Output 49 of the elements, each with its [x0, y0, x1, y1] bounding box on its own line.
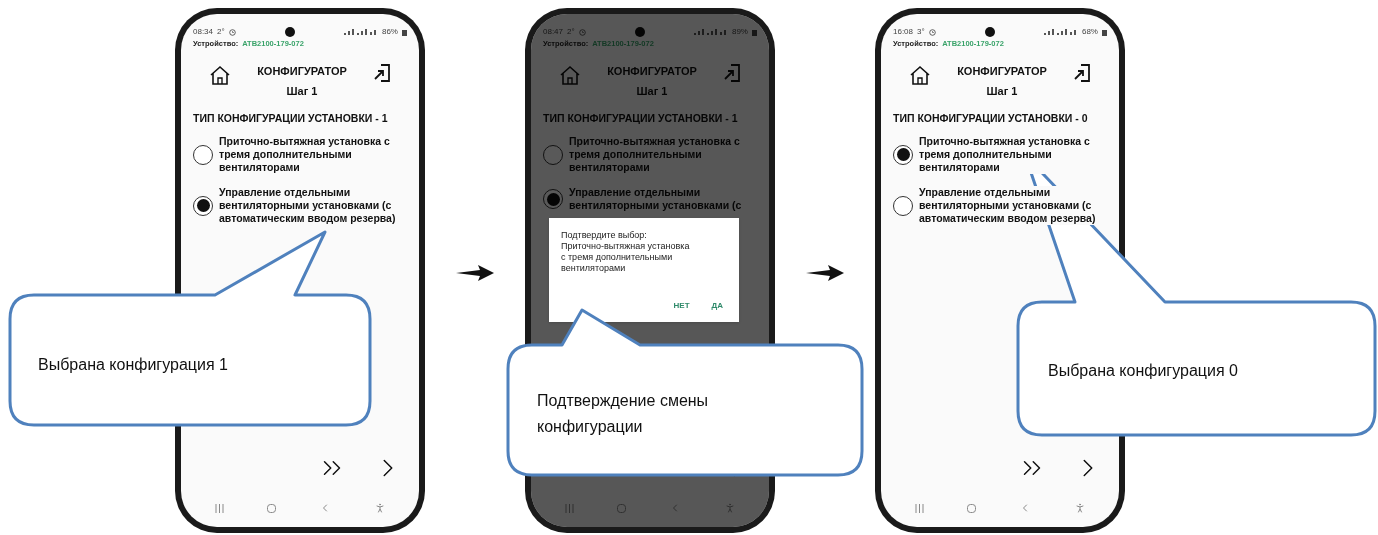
dialog-button[interactable]: ДА — [711, 300, 723, 312]
signal-icon — [1043, 28, 1078, 36]
screen-title: КОНФИГУРАТОР — [607, 64, 697, 80]
radio-button[interactable] — [893, 144, 913, 165]
section-heading: ТИП КОНФИГУРАЦИИ УСТАНОВКИ - 0 — [893, 111, 1089, 127]
radio-button[interactable] — [193, 195, 213, 216]
screen-title: КОНФИГУРАТОР — [957, 64, 1047, 80]
status-time: 08:34 — [193, 26, 214, 38]
home-icon[interactable] — [209, 65, 231, 86]
dialog-button[interactable]: НЕТ — [673, 300, 690, 312]
camera-icon — [984, 27, 995, 37]
exit-icon[interactable] — [1073, 63, 1091, 84]
status-time: 16:08 — [893, 26, 914, 38]
callout-text: Выбрана конфигурация 0 — [1048, 361, 1239, 381]
battery-icon — [402, 28, 407, 36]
radio-button[interactable] — [193, 144, 213, 165]
recents-icon[interactable] — [214, 503, 224, 513]
home-button-icon[interactable] — [966, 503, 976, 513]
clock-icon — [228, 28, 236, 36]
screen-title: КОНФИГУРАТОР — [257, 64, 347, 80]
recents-icon[interactable] — [564, 503, 574, 513]
home-button-icon[interactable] — [616, 503, 626, 513]
radio-button[interactable] — [543, 144, 563, 165]
camera-icon — [634, 27, 645, 37]
battery-icon — [1102, 28, 1107, 36]
clock-icon — [928, 28, 936, 36]
exit-icon[interactable] — [373, 63, 391, 84]
home-icon[interactable] — [909, 65, 931, 86]
signal-icon — [343, 28, 378, 36]
callout-text: Подтверждение смены конфигурации — [537, 391, 710, 437]
signal-icon — [693, 28, 728, 36]
home-button-icon[interactable] — [266, 503, 276, 513]
status-temperature: 2° — [217, 26, 225, 38]
battery-icon — [752, 28, 757, 36]
callout-text: Выбрана конфигурация 1 — [38, 355, 229, 375]
camera-icon — [284, 27, 295, 37]
recents-icon[interactable] — [914, 503, 924, 513]
step-label: Шаг 1 — [286, 83, 318, 99]
battery-level: 86% — [381, 26, 398, 38]
step-label: Шаг 1 — [986, 83, 1018, 99]
battery-level: 68% — [1081, 26, 1098, 38]
section-heading: ТИП КОНФИГУРАЦИИ УСТАНОВКИ - 1 — [193, 111, 389, 127]
status-temperature: 3° — [917, 26, 925, 38]
clock-icon — [578, 28, 586, 36]
radio-button[interactable] — [543, 189, 563, 209]
step-label: Шаг 1 — [636, 83, 668, 99]
radio-button[interactable] — [893, 195, 913, 216]
dialog-message: Подтвердите выбор: Приточно-вытяжная установка с тремя дополнительными вентиляторами — [561, 230, 691, 274]
section-heading: ТИП КОНФИГУРАЦИИ УСТАНОВКИ - 1 — [543, 111, 739, 127]
